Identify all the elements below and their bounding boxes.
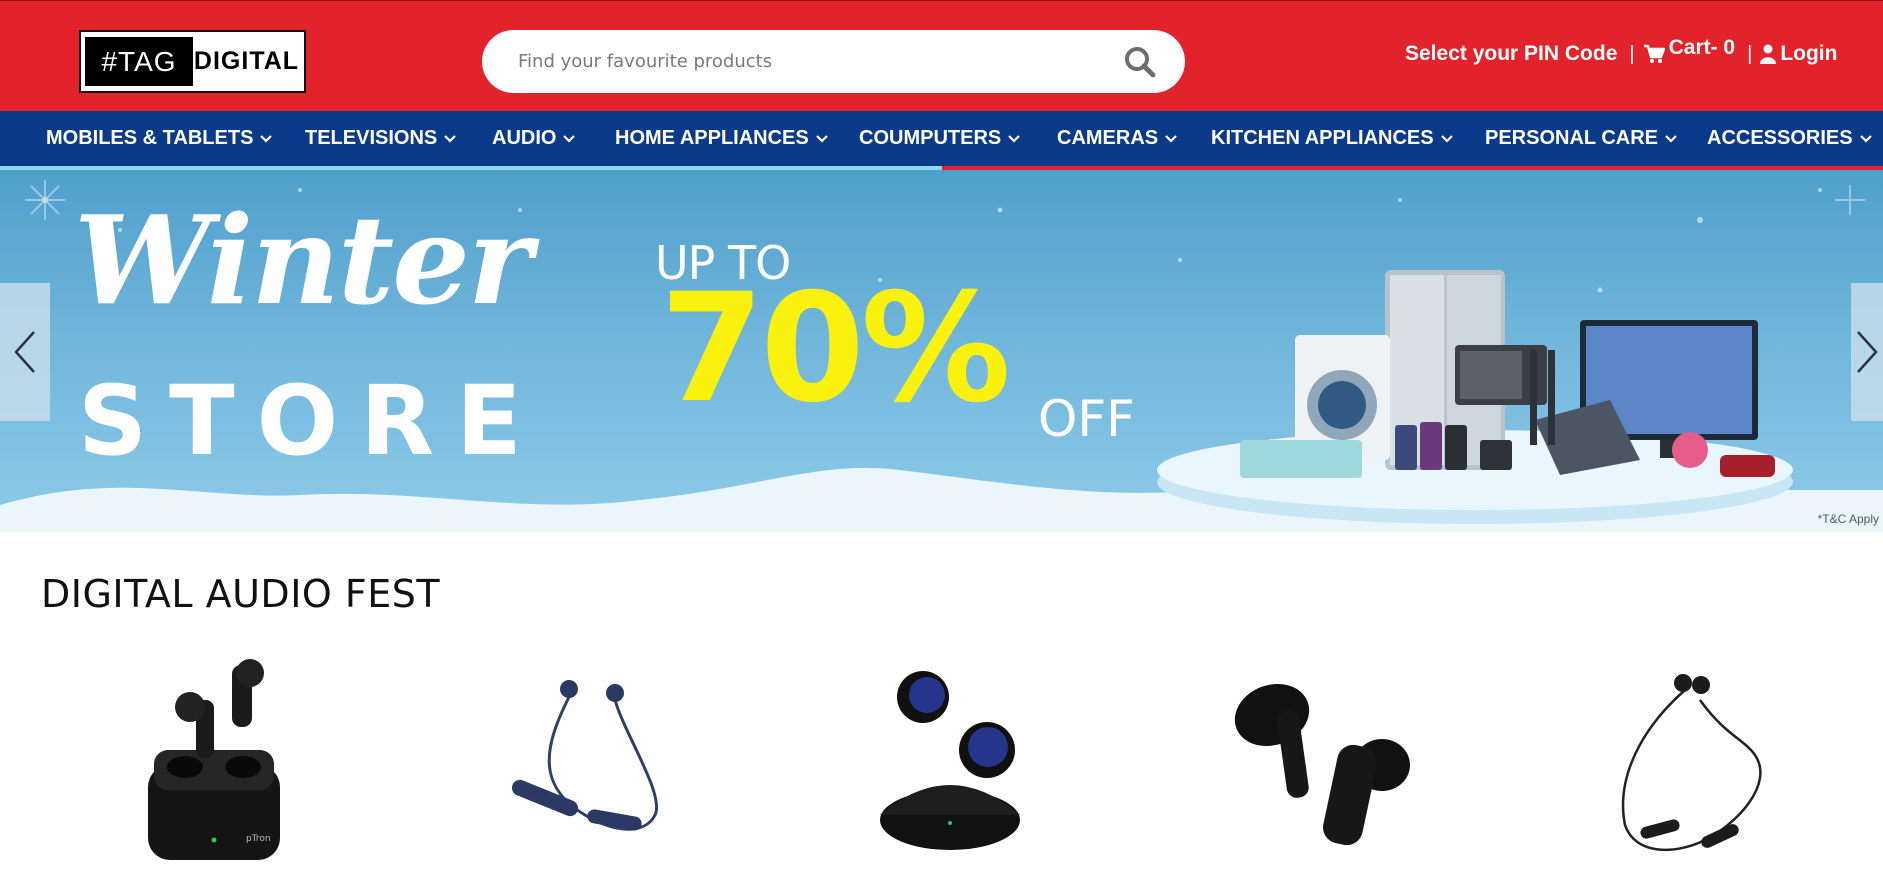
banner-store-text: STORE [78, 365, 544, 477]
separator: | [1629, 42, 1635, 65]
pin-code-link[interactable]: Select your PIN Code [1405, 42, 1617, 66]
product-card[interactable] [875, 655, 1025, 870]
search-input[interactable] [518, 44, 1098, 78]
nav-item-mobiles-tablets[interactable]: MOBILES & TABLETS [46, 111, 273, 166]
logo-digital-text: DIGITAL [193, 47, 300, 75]
section-title: DIGITAL AUDIO FEST [41, 572, 441, 616]
chevron-down-icon [1165, 134, 1177, 143]
nav-item-televisions[interactable]: TELEVISIONS [305, 111, 457, 166]
hero-banner[interactable]: Winter STORE UP TO 70% OFF *T&C Apply [0, 170, 1883, 532]
nav-item-label: AUDIO [492, 127, 557, 149]
product-card[interactable] [1605, 655, 1765, 870]
nav-item-accessories[interactable]: ACCESSORIES [1707, 111, 1873, 166]
earbuds-pair-icon [1234, 683, 1410, 846]
chevron-down-icon [1665, 134, 1677, 143]
nav-item-home-appliances[interactable]: HOME APPLIANCES [615, 111, 829, 166]
nav-item-label: TELEVISIONS [305, 127, 438, 149]
product-card[interactable]: pTron [140, 655, 290, 870]
chevron-down-icon [1440, 134, 1453, 143]
login-link[interactable]: Login [1780, 42, 1837, 66]
chevron-down-icon [563, 134, 576, 143]
chevron-left-icon [14, 331, 35, 373]
nav-item-computers[interactable]: COUMPUTERS [859, 111, 1021, 166]
product-card[interactable] [505, 655, 660, 870]
nav-item-audio[interactable]: AUDIO [492, 111, 576, 166]
category-nav: MOBILES & TABLETS TELEVISIONS AUDIO HOME… [0, 111, 1883, 166]
earbuds-case-icon: pTron [148, 659, 280, 860]
cart-icon[interactable] [1643, 44, 1665, 64]
nav-item-label: PERSONAL CARE [1485, 127, 1658, 149]
site-logo[interactable]: #TAG DIGITAL [79, 30, 306, 93]
chevron-down-icon [444, 134, 457, 143]
banner-off-text: OFF [1038, 390, 1135, 448]
chevron-down-icon [1859, 134, 1872, 143]
nav-item-label: HOME APPLIANCES [615, 127, 809, 149]
nav-item-cameras[interactable]: CAMERAS [1057, 111, 1178, 166]
nav-item-personal-care[interactable]: PERSONAL CARE [1485, 111, 1678, 166]
brand-mark: pTron [246, 834, 271, 844]
product-card[interactable] [1230, 655, 1410, 870]
nav-item-label: COUMPUTERS [859, 127, 1002, 149]
top-header: #TAG DIGITAL Select your PIN Code | Cart… [0, 0, 1883, 111]
banner-terms-text: *T&C Apply [1817, 512, 1879, 526]
nav-item-kitchen-appliances[interactable]: KITCHEN APPLIANCES [1211, 111, 1454, 166]
separator: | [1747, 42, 1753, 65]
nav-item-label: ACCESSORIES [1707, 127, 1853, 149]
neckband-icon [511, 680, 659, 831]
logo-tag-text: #TAG [85, 37, 193, 86]
search-icon[interactable] [1122, 44, 1158, 80]
chevron-down-icon [1008, 134, 1021, 143]
banner-discount-text: 70% [660, 262, 1011, 436]
nav-item-label: MOBILES & TABLETS [46, 127, 254, 149]
wired-neckband-icon [1621, 674, 1762, 851]
nav-item-label: CAMERAS [1057, 127, 1159, 149]
chevron-down-icon [260, 134, 273, 143]
header-actions: Select your PIN Code | Cart- 0 | Login [1405, 36, 1837, 69]
slider-next-button[interactable] [1851, 283, 1883, 421]
user-icon[interactable] [1760, 44, 1777, 64]
slider-prev-button[interactable] [0, 283, 50, 421]
search-bar [482, 30, 1185, 93]
chevron-down-icon [815, 134, 828, 143]
banner-winter-text: Winter [74, 188, 532, 332]
earbuds-pod-icon [880, 671, 1020, 850]
nav-item-label: KITCHEN APPLIANCES [1211, 127, 1434, 149]
cart-link[interactable]: Cart- 0 [1669, 36, 1736, 60]
chevron-right-icon [1857, 331, 1878, 373]
